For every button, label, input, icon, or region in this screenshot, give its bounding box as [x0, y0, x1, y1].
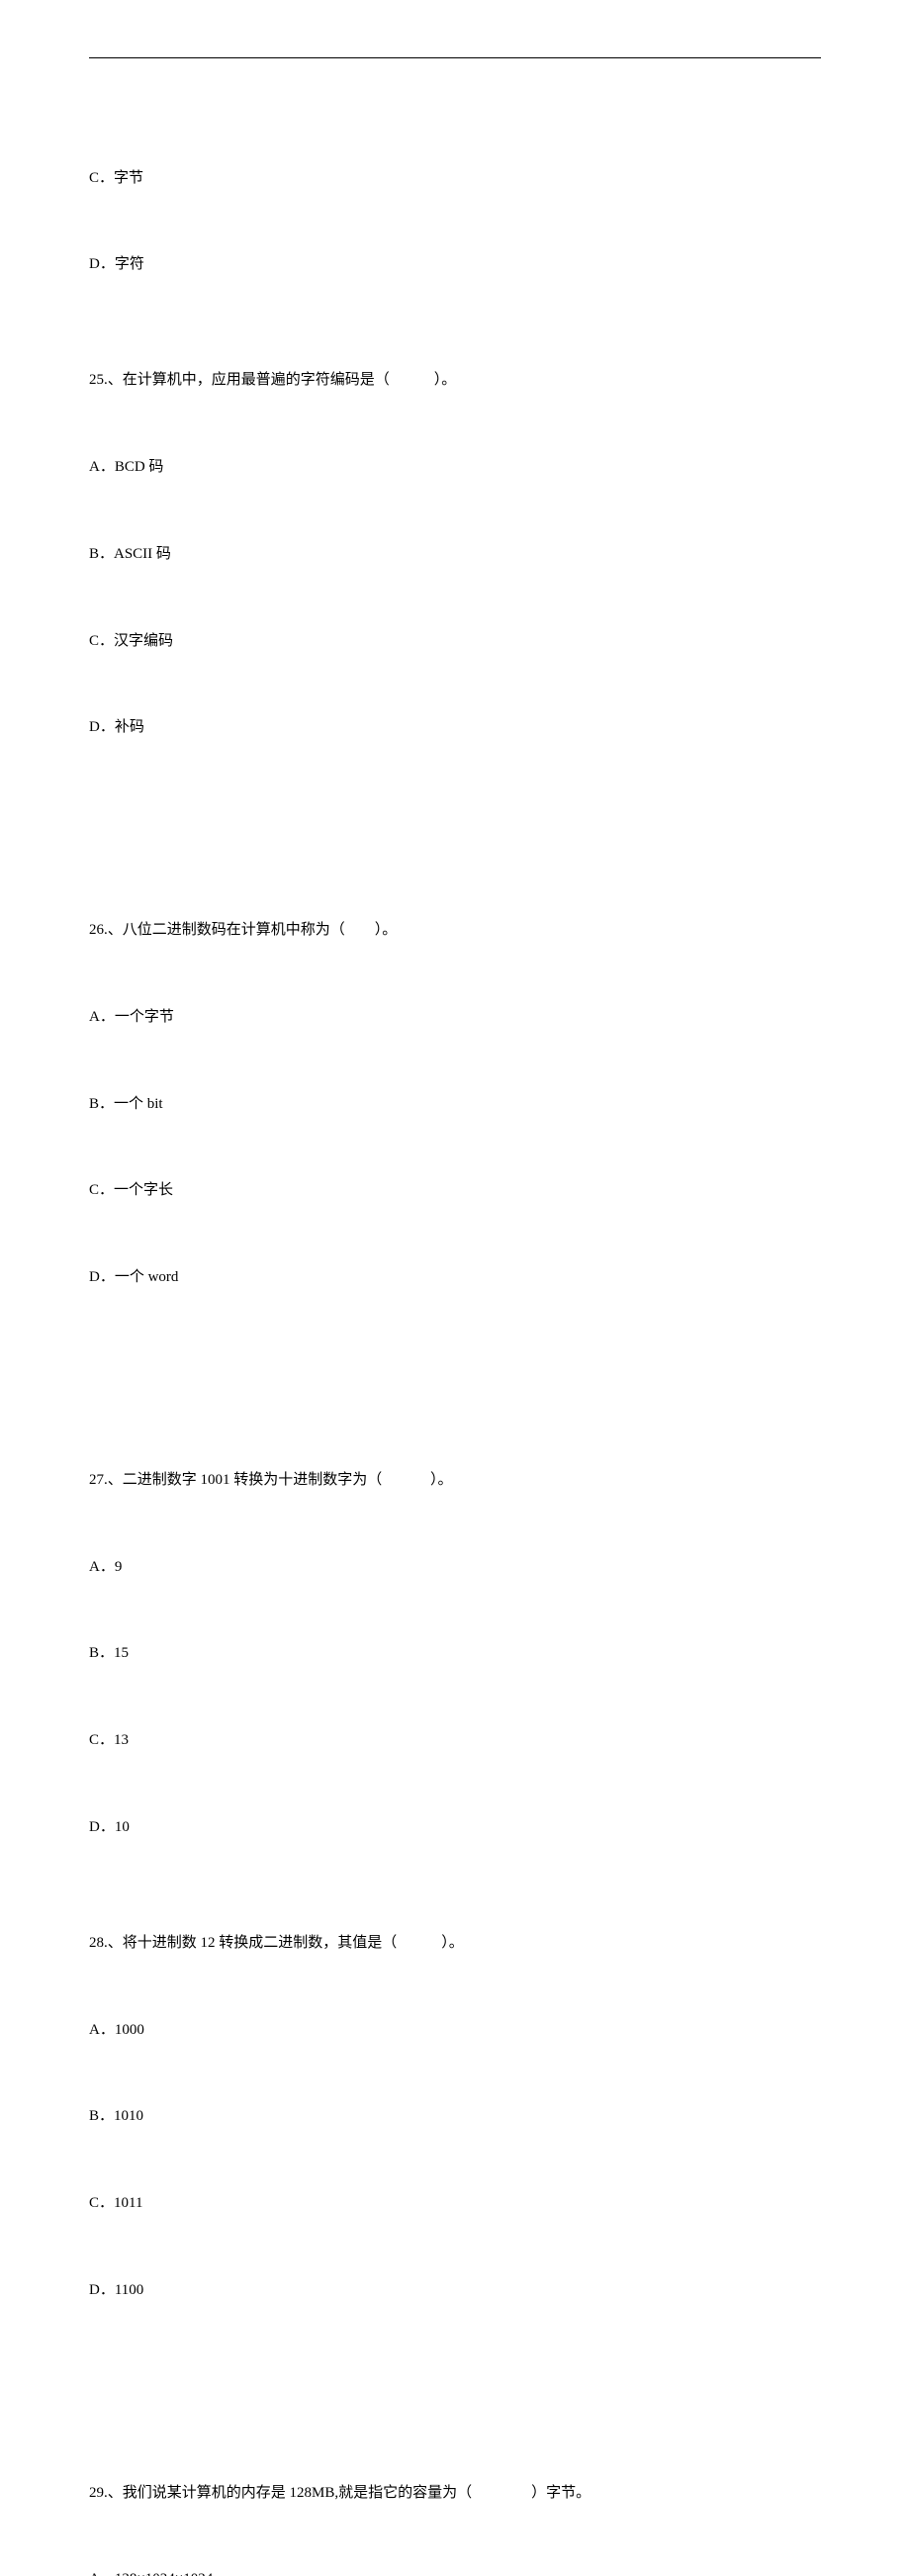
question-27-stem: 27.、二进制数字 1001 转换为十进制数字为（ ）。 — [89, 1466, 821, 1495]
document-content: C．字节 D．字符 25.、在计算机中，应用最普遍的字符编码是（ ）。 A．BC… — [89, 106, 821, 2576]
question-26-option-b: B．一个 bit — [89, 1090, 821, 1119]
question-27-option-a: A．9 — [89, 1553, 821, 1582]
spacer — [89, 2363, 821, 2392]
header-rule — [89, 57, 821, 58]
document-page: C．字节 D．字符 25.、在计算机中，应用最普遍的字符编码是（ ）。 A．BC… — [0, 0, 910, 2576]
question-27-option-c: C．13 — [89, 1726, 821, 1755]
question-27-option-b: B．15 — [89, 1639, 821, 1668]
question-27-option-d: D．10 — [89, 1813, 821, 1842]
question-25-option-b: B．ASCII 码 — [89, 540, 821, 569]
spacer — [89, 1350, 821, 1379]
question-25-option-c: C．汉字编码 — [89, 627, 821, 656]
question-26-option-a: A．一个字节 — [89, 1003, 821, 1032]
question-28-option-a: A．1000 — [89, 2016, 821, 2045]
question-28-option-b: B．1010 — [89, 2102, 821, 2131]
question-26-option-c: C．一个字长 — [89, 1176, 821, 1205]
question-28-option-c: C．1011 — [89, 2189, 821, 2218]
question-25-option-d: D．补码 — [89, 713, 821, 742]
question-26-stem: 26.、八位二进制数码在计算机中称为（ ）。 — [89, 916, 821, 945]
spacer — [89, 800, 821, 829]
question-28-option-d: D．1100 — [89, 2276, 821, 2305]
question-29-stem: 29.、我们说某计算机的内存是 128MB,就是指它的容量为（ ）字节。 — [89, 2479, 821, 2508]
question-25-option-a: A．BCD 码 — [89, 453, 821, 482]
orphan-option-c: C．字节 — [89, 164, 821, 193]
orphan-option-d: D．字符 — [89, 250, 821, 279]
question-29-option-a: A．128×1024×1024 — [89, 2565, 821, 2576]
question-28-stem: 28.、将十进制数 12 转换成二进制数，其值是（ ）。 — [89, 1929, 821, 1958]
question-25-stem: 25.、在计算机中，应用最普遍的字符编码是（ ）。 — [89, 366, 821, 395]
